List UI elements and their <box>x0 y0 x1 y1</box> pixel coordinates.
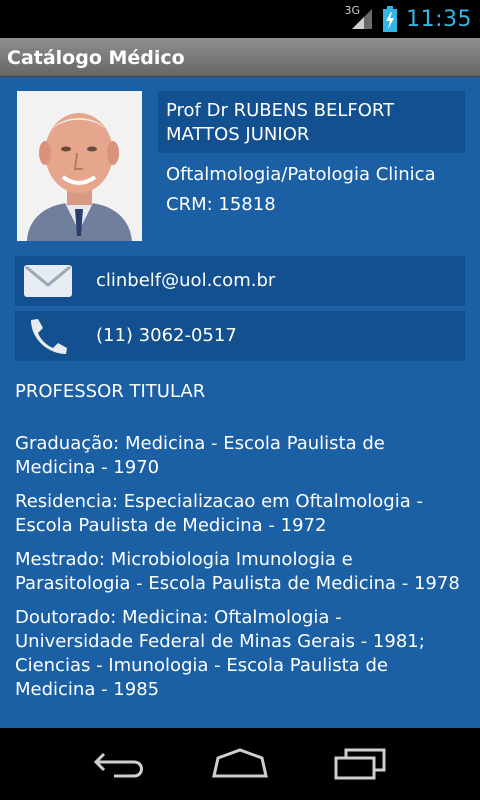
education-entry: Mestrado: Microbiologia Imunologia e Par… <box>15 549 460 594</box>
education-list: Graduação: Medicina - Escola Paulista de… <box>15 432 465 712</box>
email-row[interactable]: clinbelf@uol.com.br <box>15 256 465 306</box>
email-value: clinbelf@uol.com.br <box>96 270 276 291</box>
phone-value: (11) 3062-0517 <box>96 325 237 346</box>
name-panel: Prof Dr RUBENS BELFORT MATTOS JUNIOR <box>158 91 465 153</box>
envelope-icon <box>24 265 72 297</box>
phone-row[interactable]: (11) 3062-0517 <box>15 311 465 361</box>
doctor-name: Prof Dr RUBENS BELFORT MATTOS JUNIOR <box>166 100 395 145</box>
doctor-crm: CRM: 15818 <box>166 194 276 215</box>
doctor-detail-view[interactable]: Prof Dr RUBENS BELFORT MATTOS JUNIOR Oft… <box>0 77 480 728</box>
professional-title: PROFESSOR TITULAR <box>15 381 206 402</box>
status-bar: 3G 11:35 <box>0 0 480 38</box>
system-navigation-bar <box>0 728 480 800</box>
recent-apps-icon[interactable] <box>330 746 390 782</box>
signal-icon <box>352 9 373 29</box>
back-icon[interactable] <box>90 746 150 782</box>
app-title-bar: Catálogo Médico <box>0 38 480 77</box>
doctor-specialty: Oftalmologia/Patologia Clinica <box>166 164 436 185</box>
education-entry: Doutorado: Medicina: Oftalmologia - Univ… <box>15 607 425 700</box>
doctor-photo <box>17 91 142 241</box>
clock: 11:35 <box>406 6 472 32</box>
phone-icon <box>31 319 67 354</box>
education-entry: Residencia: Especializacao em Oftalmolog… <box>15 491 423 536</box>
app-title: Catálogo Médico <box>7 47 185 69</box>
battery-icon <box>383 6 398 32</box>
education-entry: Graduação: Medicina - Escola Paulista de… <box>15 433 385 478</box>
home-icon[interactable] <box>210 746 270 782</box>
